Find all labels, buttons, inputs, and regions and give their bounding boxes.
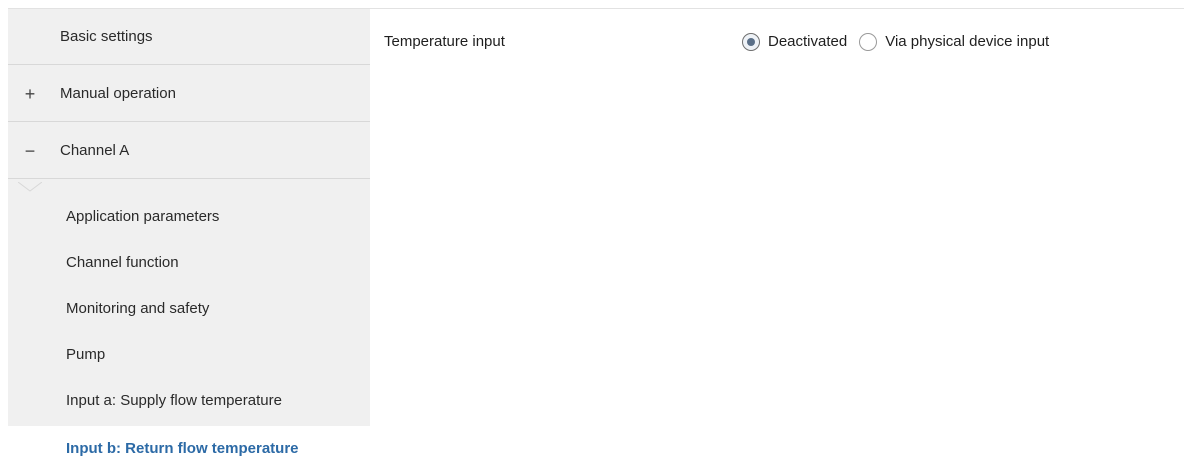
sidebar-item-channel-a[interactable]: − Channel A xyxy=(8,123,370,179)
sidebar-item-manual-operation[interactable]: + Manual operation xyxy=(8,66,370,122)
sidebar-item-input-a[interactable]: Input a: Supply flow temperature xyxy=(8,378,370,424)
sidebar-item-basic-settings[interactable]: Basic settings xyxy=(8,9,370,65)
radio-button-unchecked[interactable] xyxy=(859,33,878,51)
sidebar-item-label: Monitoring and safety xyxy=(66,300,210,317)
radio-button-checked[interactable] xyxy=(742,33,760,51)
app-window: Basic settings + Manual operation − Chan… xyxy=(0,0,1184,460)
sidebar-item-channel-function[interactable]: Channel function xyxy=(8,240,370,286)
sidebar-item-label: Basic settings xyxy=(60,28,153,45)
sidebar-item-label: Application parameters xyxy=(66,208,220,225)
collapse-minus-icon[interactable]: − xyxy=(22,123,38,179)
sidebar-item-application-parameters[interactable]: Application parameters xyxy=(8,194,370,240)
temperature-input-radio-group: Deactivated Via physical device input xyxy=(742,27,1061,57)
parameter-row-temperature-input: Temperature input Deactivated Via physic… xyxy=(384,27,1174,57)
radio-label: Deactivated xyxy=(768,33,848,50)
parameter-label: Temperature input xyxy=(384,33,505,50)
sidebar-item-pump[interactable]: Pump xyxy=(8,332,370,378)
expand-plus-icon[interactable]: + xyxy=(22,66,38,122)
sidebar-item-monitoring-and-safety[interactable]: Monitoring and safety xyxy=(8,286,370,332)
sidebar-item-label: Input a: Supply flow temperature xyxy=(66,392,282,409)
sidebar-item-label: Pump xyxy=(66,346,106,363)
sidebar-item-input-b[interactable]: Input b: Return flow temperature xyxy=(8,426,378,460)
sidebar-item-label: Input b: Return flow temperature xyxy=(66,440,299,457)
parameter-panel: Temperature input Deactivated Via physic… xyxy=(370,8,1184,460)
sidebar-item-label: Channel function xyxy=(66,254,179,271)
radio-label: Via physical device input xyxy=(885,33,1050,50)
radio-option-deactivated[interactable]: Deactivated xyxy=(742,27,847,57)
sidebar-navigation: Basic settings + Manual operation − Chan… xyxy=(8,8,378,460)
radio-option-via-physical-device-input[interactable]: Via physical device input xyxy=(859,27,1049,57)
sidebar-item-label: Channel A xyxy=(60,142,130,159)
sidebar-item-label: Manual operation xyxy=(60,85,176,102)
